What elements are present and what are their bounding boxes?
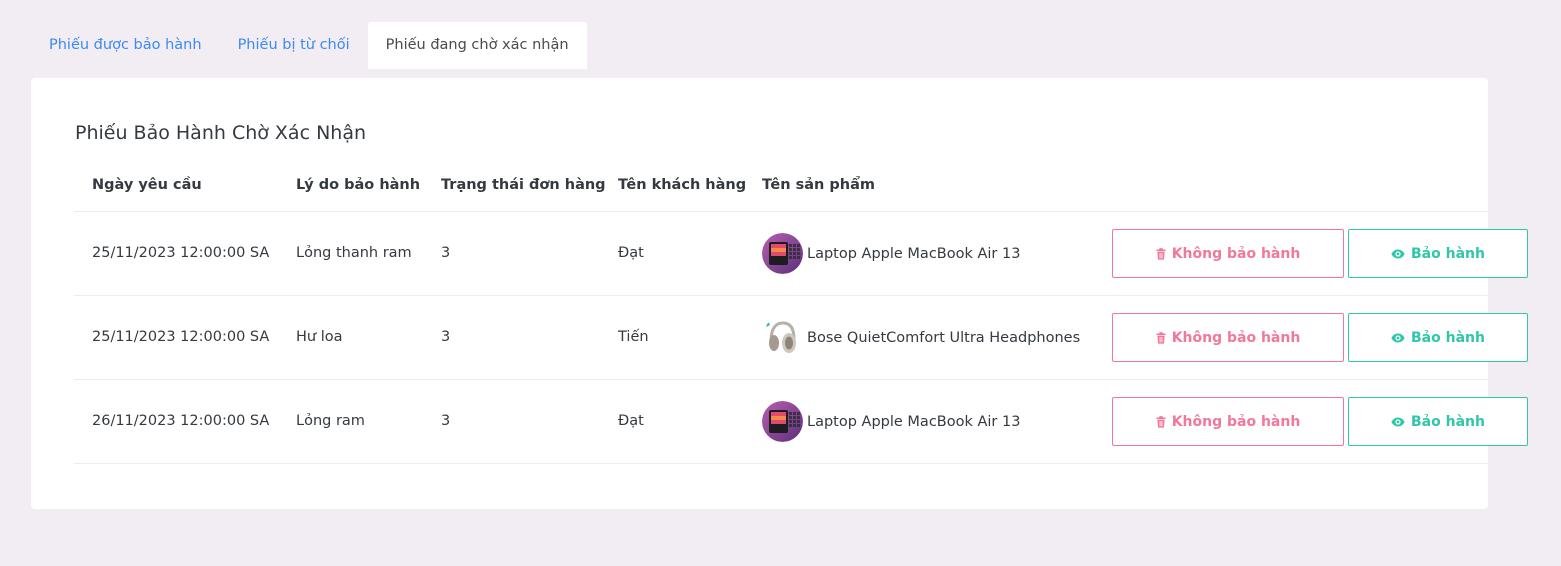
eye-icon — [1391, 333, 1405, 343]
cell-reason: Lỏng ram — [296, 413, 365, 429]
header-order-status: Trạng thái đơn hàng — [441, 177, 606, 193]
no-warranty-button[interactable]: Không bảo hành — [1112, 397, 1344, 446]
cell-order-status: 3 — [441, 413, 451, 429]
header-reason: Lý do bảo hành — [296, 177, 421, 193]
pending-warranty-card: Phiếu Bảo Hành Chờ Xác Nhận Ngày yêu cầu… — [31, 78, 1528, 509]
trash-icon — [1156, 247, 1166, 260]
cell-customer-name: Đạt — [618, 413, 644, 429]
header-request-date: Ngày yêu cầu — [92, 177, 202, 193]
product-name: Laptop Apple MacBook Air 13 — [807, 413, 1021, 430]
table-row: 25/11/2023 12:00:00 SA Hư loa 3 Tiến Bos… — [74, 296, 1528, 380]
cell-customer-name: Đạt — [618, 245, 644, 261]
card-title: Phiếu Bảo Hành Chờ Xác Nhận — [75, 122, 367, 144]
warranty-button[interactable]: Bảo hành — [1348, 229, 1528, 278]
tab-bar: Phiếu được bảo hành Phiếu bị từ chối Phi… — [31, 22, 587, 69]
product-name: Bose QuietComfort Ultra Headphones — [807, 329, 1081, 346]
cell-order-status: 3 — [441, 245, 451, 261]
warranty-label: Bảo hành — [1411, 329, 1485, 346]
eye-icon — [1391, 417, 1405, 427]
tab-rejected-warranty[interactable]: Phiếu bị từ chối — [220, 22, 368, 69]
tab-approved-warranty[interactable]: Phiếu được bảo hành — [31, 22, 220, 69]
trash-icon — [1156, 331, 1166, 344]
table-row: 25/11/2023 12:00:00 SA Lỏng thanh ram 3 … — [74, 212, 1528, 296]
trash-icon — [1156, 415, 1166, 428]
cell-product: Laptop Apple MacBook Air 13 — [762, 233, 1020, 274]
cell-product: Bose QuietComfort Ultra Headphones — [762, 317, 1080, 358]
no-warranty-button[interactable]: Không bảo hành — [1112, 229, 1344, 278]
laptop-thumbnail — [762, 233, 803, 274]
cell-reason: Lỏng thanh ram — [296, 245, 412, 261]
cell-request-date: 25/11/2023 12:00:00 SA — [92, 245, 270, 261]
cell-product: Laptop Apple MacBook Air 13 — [762, 401, 1020, 442]
warranty-button[interactable]: Bảo hành — [1348, 397, 1528, 446]
cell-request-date: 26/11/2023 12:00:00 SA — [92, 413, 270, 429]
no-warranty-label: Không bảo hành — [1171, 413, 1301, 430]
headphones-thumbnail — [762, 317, 803, 358]
warranty-button[interactable]: Bảo hành — [1348, 313, 1528, 362]
cell-reason: Hư loa — [296, 329, 343, 345]
table-header: Ngày yêu cầu Lý do bảo hành Trạng thái đ… — [74, 168, 1488, 212]
table-row: 26/11/2023 12:00:00 SA Lỏng ram 3 Đạt La… — [74, 380, 1528, 464]
header-product-name: Tên sản phẩm — [762, 177, 875, 193]
no-warranty-label: Không bảo hành — [1171, 329, 1301, 346]
warranty-label: Bảo hành — [1411, 413, 1485, 430]
no-warranty-button[interactable]: Không bảo hành — [1112, 313, 1344, 362]
cell-order-status: 3 — [441, 329, 451, 345]
header-customer-name: Tên khách hàng — [618, 177, 747, 193]
tab-pending-warranty[interactable]: Phiếu đang chờ xác nhận — [367, 22, 587, 69]
warranty-label: Bảo hành — [1411, 245, 1485, 262]
product-name: Laptop Apple MacBook Air 13 — [807, 245, 1021, 262]
laptop-thumbnail — [762, 401, 803, 442]
cell-customer-name: Tiến — [618, 329, 649, 345]
eye-icon — [1391, 249, 1405, 259]
cell-request-date: 25/11/2023 12:00:00 SA — [92, 329, 270, 345]
no-warranty-label: Không bảo hành — [1171, 245, 1301, 262]
